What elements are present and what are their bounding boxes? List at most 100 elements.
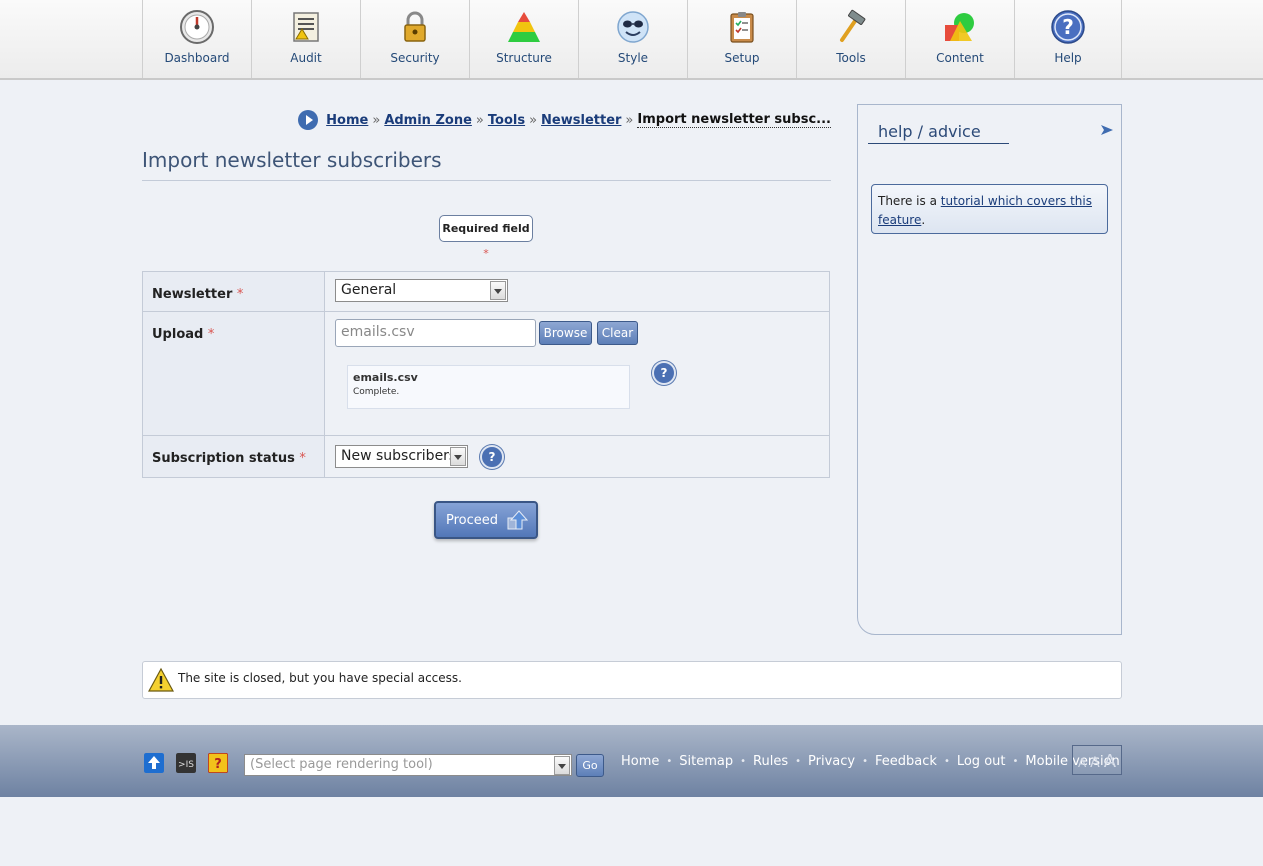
footer-separator: • — [862, 756, 869, 767]
upload-file-field[interactable]: emails.csv — [335, 319, 536, 347]
browse-button[interactable]: Browse — [539, 321, 592, 345]
subscription-status-label-cell: Subscription status * — [142, 435, 325, 478]
newsletter-select-value: General — [341, 282, 397, 298]
nav-label: Tools — [836, 51, 866, 65]
nav-item-setup[interactable]: Setup — [687, 0, 796, 78]
nav-item-structure[interactable]: Structure — [469, 0, 578, 78]
footer: >IS ? (Select page rendering tool) Go Ho… — [0, 725, 1263, 797]
breadcrumb-separator: » — [475, 112, 484, 128]
help-panel-note: There is a tutorial which covers this fe… — [871, 184, 1108, 234]
pyramid-icon — [508, 12, 540, 42]
nav-label: Help — [1054, 51, 1082, 65]
upload-label: Upload — [152, 327, 204, 342]
clipboard-checklist-icon — [730, 12, 754, 43]
footer-link-privacy[interactable]: Privacy — [808, 754, 855, 769]
clear-button[interactable]: Clear — [597, 321, 638, 345]
newsletter-label: Newsletter — [152, 287, 233, 302]
chevron-down-icon — [554, 756, 570, 775]
question-mark-icon: ? — [1051, 10, 1085, 44]
breadcrumb-link-newsletter[interactable]: Newsletter — [541, 113, 621, 128]
breadcrumb-arrow-icon — [298, 110, 319, 130]
footer-link-rules[interactable]: Rules — [753, 754, 788, 769]
footer-link-log-out[interactable]: Log out — [957, 754, 1006, 769]
required-star: * — [207, 327, 215, 342]
footer-link-sitemap[interactable]: Sitemap — [679, 754, 733, 769]
collapse-arrow-icon[interactable] — [1100, 123, 1114, 137]
proceed-button[interactable]: Proceed — [434, 501, 538, 539]
main-nav: Dashboard Audit Security Structure Style… — [142, 0, 1122, 78]
page-title: Import newsletter subscribers — [142, 148, 831, 181]
proceed-label: Proceed — [446, 513, 499, 528]
help-question-icon[interactable]: ? — [208, 753, 228, 773]
nav-item-security[interactable]: Security — [360, 0, 469, 78]
form-row-subscription-status: Subscription status * New subscribers ? — [142, 435, 830, 478]
form-row-newsletter: Newsletter * General — [142, 271, 830, 312]
text-size-small[interactable]: A — [1078, 756, 1086, 770]
skip-icon[interactable]: >IS — [176, 753, 196, 773]
footer-link-feedback[interactable]: Feedback — [875, 754, 937, 769]
breadcrumb-link-admin-zone[interactable]: Admin Zone — [384, 113, 472, 128]
required-field-legend: Required field * — [439, 215, 533, 260]
rendering-tool-placeholder: (Select page rendering tool) — [250, 757, 433, 772]
nav-label: Audit — [290, 51, 322, 65]
nav-label: Structure — [496, 51, 552, 65]
breadcrumb-separator: » — [529, 112, 538, 128]
footer-separator: • — [666, 756, 673, 767]
footer-separator: • — [795, 756, 802, 767]
breadcrumb-link-tools[interactable]: Tools — [488, 113, 525, 128]
required-field-label: Required field — [442, 222, 530, 235]
audit-document-icon — [293, 12, 319, 42]
newsletter-value-cell: General — [324, 271, 830, 312]
nav-label: Security — [390, 51, 440, 65]
nav-item-audit[interactable]: Audit — [251, 0, 360, 78]
required-star: * — [299, 451, 306, 466]
upload-value-cell: emails.csv Browse Clear emails.csv Compl… — [324, 311, 830, 436]
subscription-status-help-icon[interactable]: ? — [480, 445, 504, 469]
text-size-switcher: A A A — [1072, 745, 1122, 775]
footer-separator: • — [943, 756, 950, 767]
help-panel-title: help / advice — [868, 122, 1009, 144]
smiley-sunglasses-icon — [617, 11, 649, 43]
subscription-status-select[interactable]: New subscribers — [335, 445, 468, 468]
uploaded-file-name: emails.csv — [353, 371, 418, 384]
breadcrumb-current: Import newsletter subsc... — [637, 112, 831, 128]
nav-item-dashboard[interactable]: Dashboard — [142, 0, 251, 78]
nav-item-help[interactable]: ? Help — [1014, 0, 1122, 78]
gauge-icon — [180, 10, 214, 44]
nav-item-style[interactable]: Style — [578, 0, 687, 78]
back-to-top-icon[interactable] — [144, 753, 164, 773]
footer-links: Home • Sitemap • Rules • Privacy • Feedb… — [621, 754, 1120, 769]
nav-label: Style — [617, 51, 649, 65]
required-star: * — [236, 287, 244, 302]
go-button[interactable]: Go — [576, 754, 604, 777]
site-closed-notice: The site is closed, but you have special… — [142, 661, 1122, 699]
newsletter-label-cell: Newsletter * — [142, 271, 325, 312]
subscription-status-value-cell: New subscribers ? — [324, 435, 830, 478]
text-size-medium[interactable]: A — [1090, 755, 1100, 771]
padlock-icon — [404, 11, 426, 42]
hammer-icon — [840, 9, 866, 42]
breadcrumb-link-home[interactable]: Home — [326, 113, 368, 128]
svg-text:>IS: >IS — [178, 760, 194, 770]
nav-label: Setup — [724, 51, 760, 65]
newsletter-select[interactable]: General — [335, 279, 508, 302]
nav-item-content[interactable]: Content — [905, 0, 1014, 78]
import-form: Newsletter * General Upload * emails.csv… — [142, 271, 830, 478]
subscription-status-label: Subscription status — [152, 451, 295, 466]
footer-link-home[interactable]: Home — [621, 754, 659, 769]
breadcrumb: Home » Admin Zone » Tools » Newsletter »… — [298, 109, 831, 131]
nav-item-tools[interactable]: Tools — [796, 0, 905, 78]
text-size-large[interactable]: A — [1104, 751, 1116, 772]
chevron-down-icon — [450, 447, 466, 466]
top-navigation-bar: Dashboard Audit Security Structure Style… — [0, 0, 1263, 80]
help-advice-panel: help / advice There is a tutorial which … — [857, 104, 1122, 635]
form-row-upload: Upload * emails.csv Browse Clear emails.… — [142, 311, 830, 436]
upload-label-cell: Upload * — [142, 311, 325, 436]
help-note-suffix: . — [921, 213, 926, 227]
upload-help-icon[interactable]: ? — [652, 361, 676, 385]
svg-text:?: ? — [1062, 15, 1074, 39]
page-rendering-tool-select[interactable]: (Select page rendering tool) — [244, 754, 572, 776]
upload-progress-box: emails.csv Complete. — [347, 365, 630, 409]
upload-status-text: Complete. — [353, 387, 400, 397]
help-note-prefix: There is a — [878, 194, 941, 208]
